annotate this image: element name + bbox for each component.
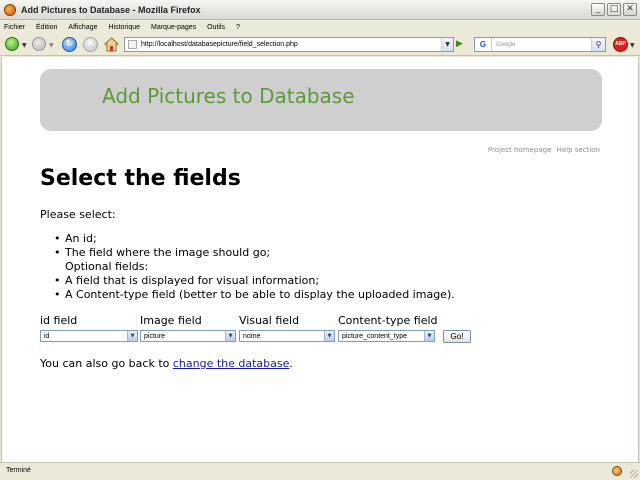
maximize-button[interactable]: □ [607, 3, 621, 16]
page-title: Select the fields [40, 166, 241, 191]
project-homepage-link[interactable]: Project homepage [488, 146, 552, 154]
content-type-field-value: picture_content_type [342, 333, 407, 340]
id-field-label: id field [40, 314, 78, 327]
help-section-link[interactable]: Help section [557, 146, 600, 154]
content-type-field-select[interactable]: picture_content_type ▼ [338, 330, 435, 342]
navigation-toolbar: ▼ ▼ ↻ ✕ http://localhost/databasepicture… [0, 34, 640, 56]
content-type-field-label: Content-type field [338, 314, 438, 327]
chevron-down-icon[interactable]: ▼ [225, 331, 235, 341]
optional-fields-label: Optional fields: [65, 260, 149, 273]
banner-title: Add Pictures to Database [102, 84, 355, 108]
back-suffix: . [289, 357, 293, 370]
adblock-icon[interactable]: ABP [613, 37, 628, 52]
search-magnifier-icon[interactable]: ⚲ [591, 38, 605, 51]
menu-affichage[interactable]: Affichage [68, 24, 97, 31]
image-field-label: Image field [140, 314, 202, 327]
go-arrow-icon[interactable]: ▶ [456, 39, 468, 50]
window-title: Add Pictures to Database - Mozilla Firef… [21, 4, 201, 15]
intro-text: Please select: [40, 208, 116, 221]
id-field-select[interactable]: id ▼ [40, 330, 138, 342]
reload-icon[interactable]: ↻ [62, 37, 77, 52]
id-field-group: id field [40, 314, 77, 327]
list-item: An id; [54, 232, 455, 246]
image-field-value: picture [144, 333, 166, 340]
url-dropdown-icon[interactable]: ▼ [441, 38, 453, 51]
url-bar[interactable]: http://localhost/databasepicture/field_s… [124, 37, 454, 52]
minimize-button[interactable]: _ [591, 3, 605, 16]
resize-grip-icon[interactable] [630, 470, 638, 478]
url-text[interactable]: http://localhost/databasepicture/field_s… [141, 41, 298, 48]
image-field-group: Image field [140, 314, 202, 327]
close-button[interactable]: ✕ [623, 3, 637, 16]
back-arrow-icon[interactable] [5, 37, 19, 51]
visual-field-select[interactable]: nome ▼ [239, 330, 335, 342]
visual-field-group: Visual field [239, 314, 299, 327]
go-button[interactable]: Go! [443, 330, 471, 343]
home-icon[interactable] [104, 37, 119, 52]
back-dropdown-icon[interactable]: ▼ [22, 42, 27, 49]
id-field-value: id [44, 333, 50, 340]
list-item: A field that is displayed for visual inf… [54, 274, 455, 288]
firefox-status-icon [612, 466, 622, 476]
search-bar[interactable]: G Google ⚲ [474, 37, 606, 52]
chevron-down-icon[interactable]: ▼ [127, 331, 137, 341]
forward-dropdown-icon[interactable]: ▼ [49, 42, 54, 49]
chevron-down-icon[interactable]: ▼ [424, 331, 434, 341]
menu-marque-pages[interactable]: Marque-pages [151, 24, 196, 31]
menu-edition[interactable]: Édition [36, 24, 57, 31]
menu-fichier[interactable]: Fichier [4, 24, 25, 31]
page-banner: Add Pictures to Database [40, 69, 602, 131]
status-bar: Terminé [0, 462, 640, 480]
visual-field-label: Visual field [239, 314, 300, 327]
chevron-down-icon[interactable]: ▼ [324, 331, 334, 341]
menu-bar: Fichier Édition Affichage Historique Mar… [0, 20, 640, 34]
change-database-link[interactable]: change the database [173, 357, 290, 370]
list-item: A Content-type field (better to be able … [54, 288, 455, 302]
forward-arrow-icon[interactable] [32, 37, 46, 51]
window-titlebar: Add Pictures to Database - Mozilla Firef… [0, 0, 640, 20]
window-controls: _ □ ✕ [591, 3, 637, 16]
page-viewport: Add Pictures to Database Project homepag… [1, 57, 639, 462]
search-placeholder[interactable]: Google [496, 42, 515, 48]
visual-field-value: nome [243, 333, 261, 340]
stop-icon[interactable]: ✕ [83, 37, 98, 52]
image-field-select[interactable]: picture ▼ [140, 330, 236, 342]
top-links: Project homepage Help section [485, 146, 600, 154]
status-text: Terminé [6, 467, 31, 474]
list-item-text: The field where the image should go; [65, 246, 271, 259]
google-engine-icon[interactable]: G [475, 38, 492, 51]
menu-help[interactable]: ? [236, 24, 240, 31]
adblock-dropdown-icon[interactable]: ▼ [630, 42, 635, 49]
page-favicon-icon [128, 40, 137, 49]
back-prefix: You can also go back to [40, 357, 173, 370]
list-item: The field where the image should go; Opt… [54, 246, 455, 274]
requirements-list: An id; The field where the image should … [54, 232, 455, 302]
menu-outils[interactable]: Outils [207, 24, 225, 31]
menu-historique[interactable]: Historique [108, 24, 140, 31]
back-line: You can also go back to change the datab… [40, 357, 293, 370]
firefox-icon [4, 3, 16, 16]
content-type-field-group: Content-type field [338, 314, 438, 327]
